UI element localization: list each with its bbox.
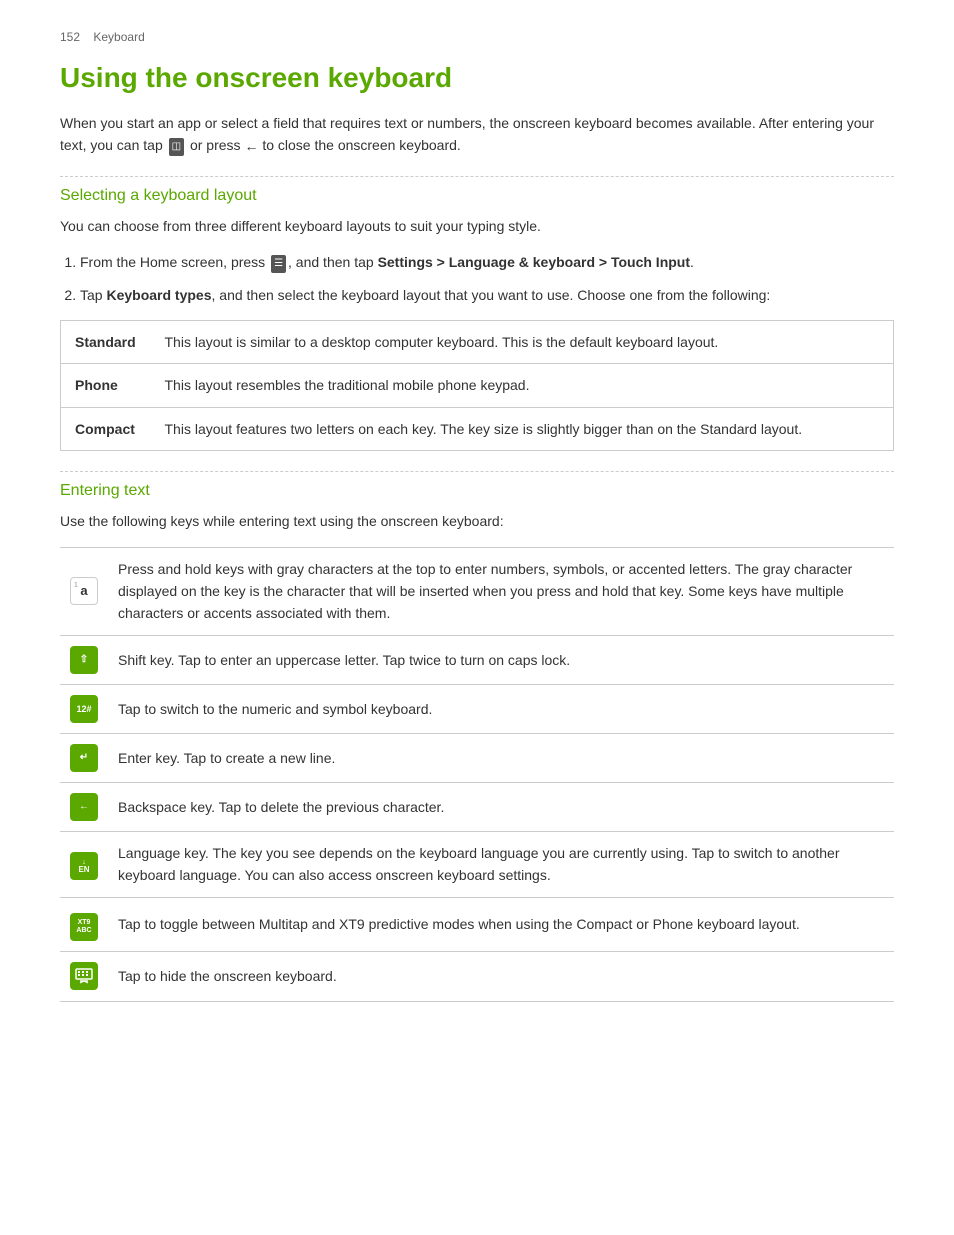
entering-text-desc: Language key. The key you see depends on… <box>108 831 894 897</box>
section2-title: Entering text <box>60 482 894 500</box>
enter-key-icon: ↵ <box>70 744 98 772</box>
table-row: 12# Tap to switch to the numeric and sym… <box>60 684 894 733</box>
keyboard-layout-table: Standard This layout is similar to a des… <box>60 320 894 451</box>
key-cell: 12# <box>60 684 108 733</box>
table-row: ↓ EN Language key. The key you see depen… <box>60 831 894 897</box>
backspace-key-icon: ← <box>70 793 98 821</box>
step-2: Tap Keyboard types, and then select the … <box>80 284 894 306</box>
back-arrow-icon: ← <box>244 135 258 157</box>
key-cell: ↵ <box>60 733 108 782</box>
key-cell: ⇧ <box>60 635 108 684</box>
xt9-key-icon: XT9 ABC <box>70 913 98 941</box>
entering-text-table: 1 a Press and hold keys with gray charac… <box>60 547 894 1003</box>
entering-text-desc: Shift key. Tap to enter an uppercase let… <box>108 635 894 684</box>
entering-text-desc: Enter key. Tap to create a new line. <box>108 733 894 782</box>
key-cell: XT9 ABC <box>60 897 108 951</box>
section1-title: Selecting a keyboard layout <box>60 187 894 205</box>
letter-a-key-icon: 1 a <box>70 577 98 605</box>
section2-intro: Use the following keys while entering te… <box>60 510 894 532</box>
table-row: ↵ Enter key. Tap to create a new line. <box>60 733 894 782</box>
table-row: Tap to hide the onscreen keyboard. <box>60 951 894 1001</box>
intro-paragraph: When you start an app or select a field … <box>60 112 894 158</box>
table-cell-desc: This layout is similar to a desktop comp… <box>151 321 894 364</box>
table-row: XT9 ABC Tap to toggle between Multitap a… <box>60 897 894 951</box>
language-key-icon: ↓ EN <box>70 852 98 880</box>
table-row: Phone This layout resembles the traditio… <box>61 364 894 407</box>
table-cell-key: Standard <box>61 321 151 364</box>
section2-divider <box>60 471 894 472</box>
section1-divider <box>60 176 894 177</box>
table-row: ⇧ Shift key. Tap to enter an uppercase l… <box>60 635 894 684</box>
page-label: Keyboard <box>93 30 144 44</box>
breadcrumb: 152 Keyboard <box>60 30 894 44</box>
entering-text-desc: Tap to toggle between Multitap and XT9 p… <box>108 897 894 951</box>
entering-text-desc: Press and hold keys with gray characters… <box>108 547 894 635</box>
step-1: From the Home screen, press ☰, and then … <box>80 251 894 273</box>
key-cell <box>60 951 108 1001</box>
numeric-key-icon: 12# <box>70 695 98 723</box>
keyboard-icon: ◫ <box>169 138 184 156</box>
table-row: Standard This layout is similar to a des… <box>61 321 894 364</box>
table-cell-key: Phone <box>61 364 151 407</box>
key-cell: 1 a <box>60 547 108 635</box>
table-cell-desc: This layout resembles the traditional mo… <box>151 364 894 407</box>
table-cell-key: Compact <box>61 407 151 450</box>
steps-list: From the Home screen, press ☰, and then … <box>80 251 894 306</box>
page-number: 152 <box>60 30 80 44</box>
hide-keyboard-key-icon <box>70 962 98 990</box>
table-row: 1 a Press and hold keys with gray charac… <box>60 547 894 635</box>
entering-text-desc: Backspace key. Tap to delete the previou… <box>108 782 894 831</box>
page-title: Using the onscreen keyboard <box>60 62 894 94</box>
menu-icon: ☰ <box>271 255 286 273</box>
table-cell-desc: This layout features two letters on each… <box>151 407 894 450</box>
table-row: ← Backspace key. Tap to delete the previ… <box>60 782 894 831</box>
section1-intro: You can choose from three different keyb… <box>60 215 894 237</box>
table-row: Compact This layout features two letters… <box>61 407 894 450</box>
entering-text-desc: Tap to hide the onscreen keyboard. <box>108 951 894 1001</box>
entering-text-desc: Tap to switch to the numeric and symbol … <box>108 684 894 733</box>
key-cell: ← <box>60 782 108 831</box>
key-cell: ↓ EN <box>60 831 108 897</box>
shift-key-icon: ⇧ <box>70 646 98 674</box>
